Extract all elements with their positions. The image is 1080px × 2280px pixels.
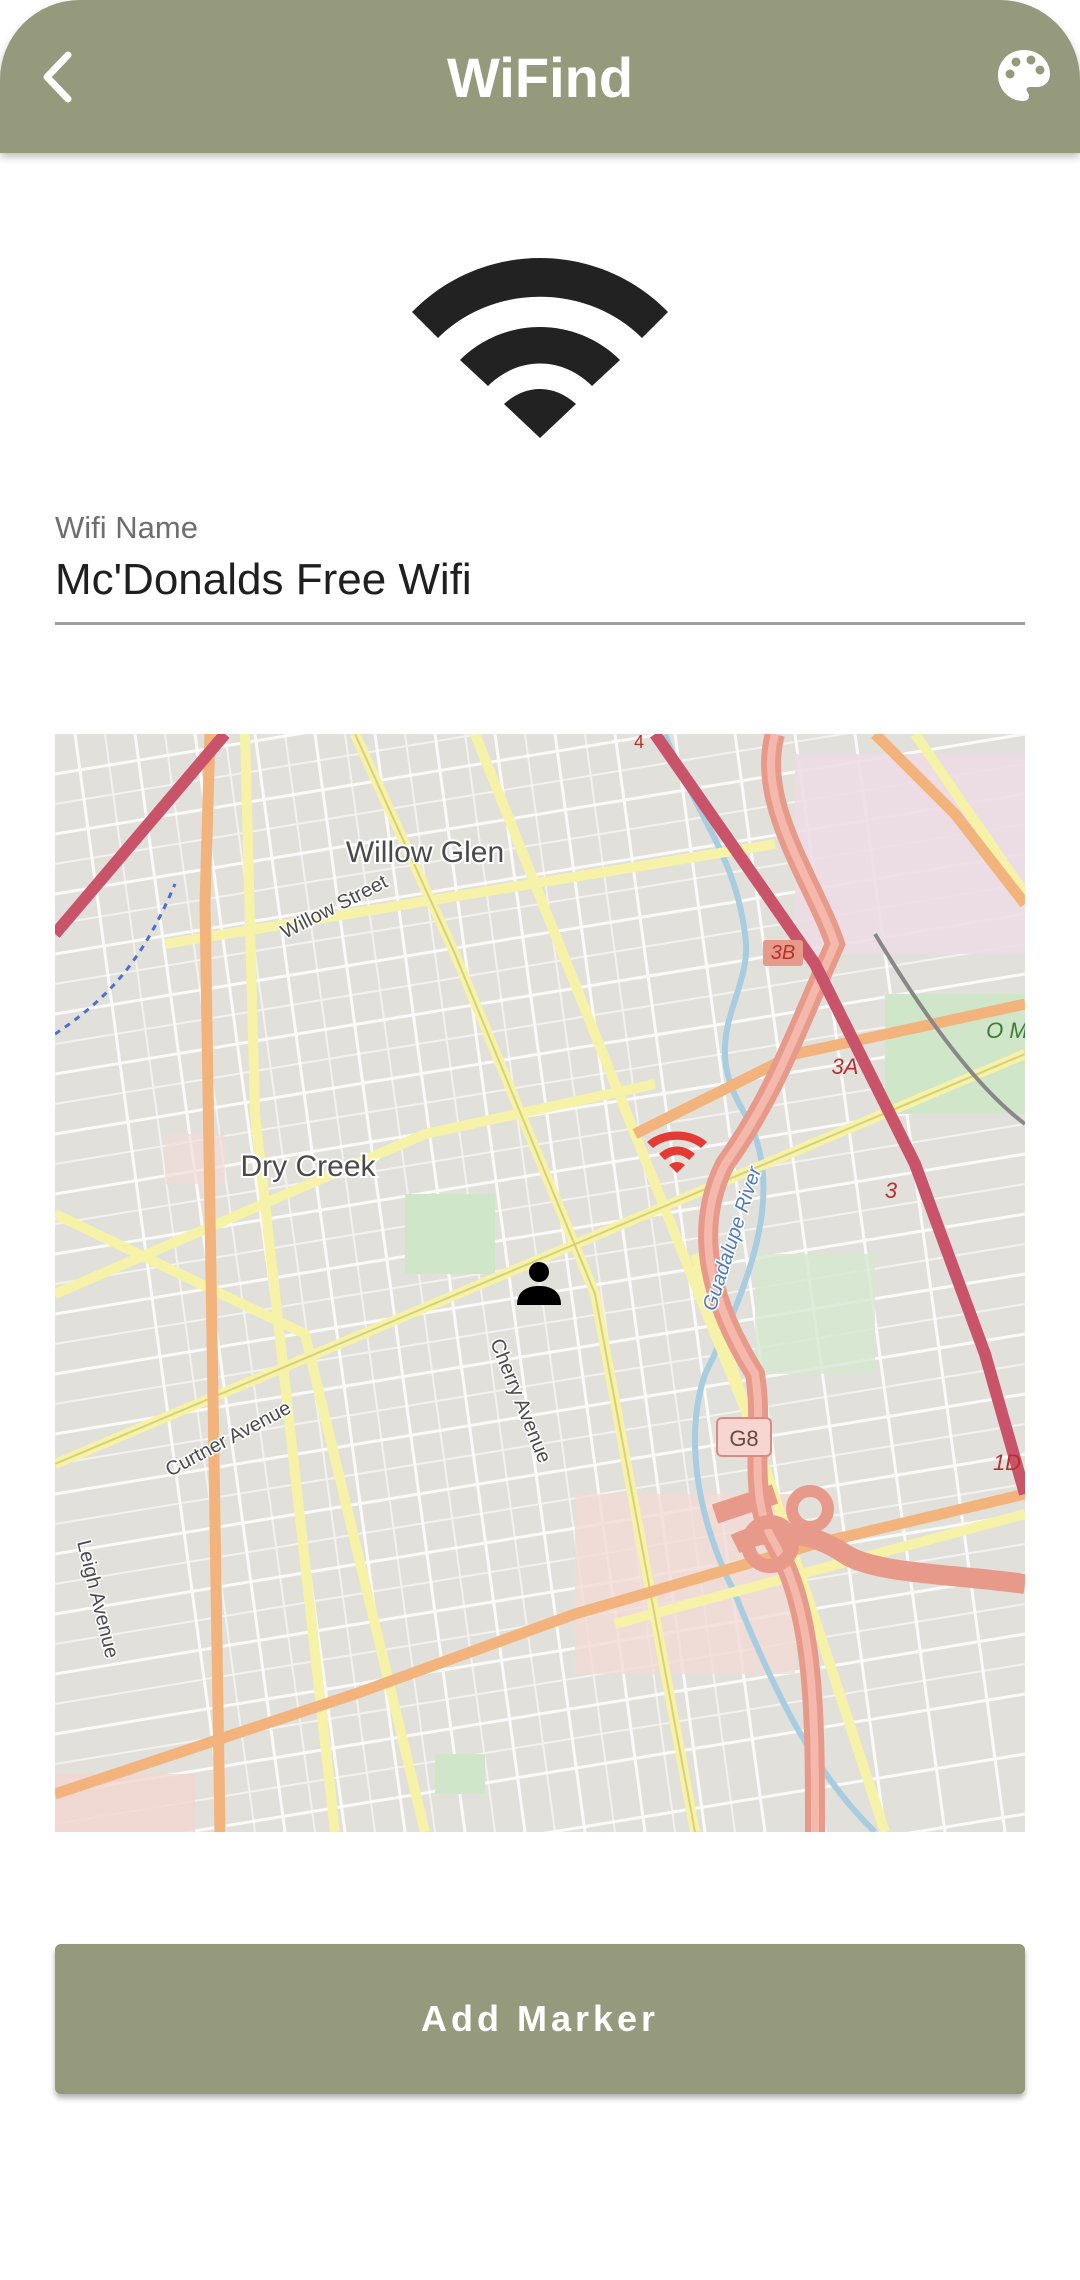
svg-text:O Me: O Me: [986, 1018, 1025, 1043]
wifi-name-input[interactable]: [55, 545, 1025, 615]
exit-1d-shield: 1D: [993, 1450, 1021, 1475]
map-view[interactable]: 3B 3A 3 1D 4 G8 O Me Willow Glen Willow …: [55, 734, 1025, 1832]
wifi-icon: [412, 258, 668, 438]
o-me-label: O Me: [986, 1018, 1025, 1043]
theme-button[interactable]: [993, 45, 1055, 107]
g8-shield: G8: [716, 1417, 772, 1457]
add-marker-button[interactable]: Add Marker: [55, 1944, 1025, 2094]
map-tiles: 3B 3A 3 1D 4 G8 O Me Willow Glen Willow …: [55, 734, 1025, 1832]
svg-text:3B: 3B: [771, 942, 795, 964]
route-4-label: 4: [634, 734, 644, 752]
palette-icon: [998, 50, 1050, 101]
app-bar: WiFind: [0, 0, 1080, 153]
exit-3-shield: 3: [885, 1178, 898, 1203]
dry-creek-label: Dry Creek: [240, 1150, 376, 1183]
svg-text:4: 4: [634, 734, 644, 752]
svg-text:G8: G8: [729, 1426, 758, 1451]
svg-text:3: 3: [885, 1178, 898, 1203]
wifi-name-label: Wifi Name: [55, 510, 198, 545]
app-title: WiFind: [446, 46, 634, 109]
svg-text:1D: 1D: [993, 1450, 1021, 1475]
exit-3b-shield: 3B: [763, 940, 803, 966]
field-underline: [55, 622, 1025, 625]
svg-text:3A: 3A: [832, 1054, 859, 1079]
exit-3a-shield: 3A: [832, 1054, 859, 1079]
willow-glen-label: Willow Glen: [346, 836, 504, 869]
wifi-name-field: Wifi Name: [55, 510, 1025, 625]
